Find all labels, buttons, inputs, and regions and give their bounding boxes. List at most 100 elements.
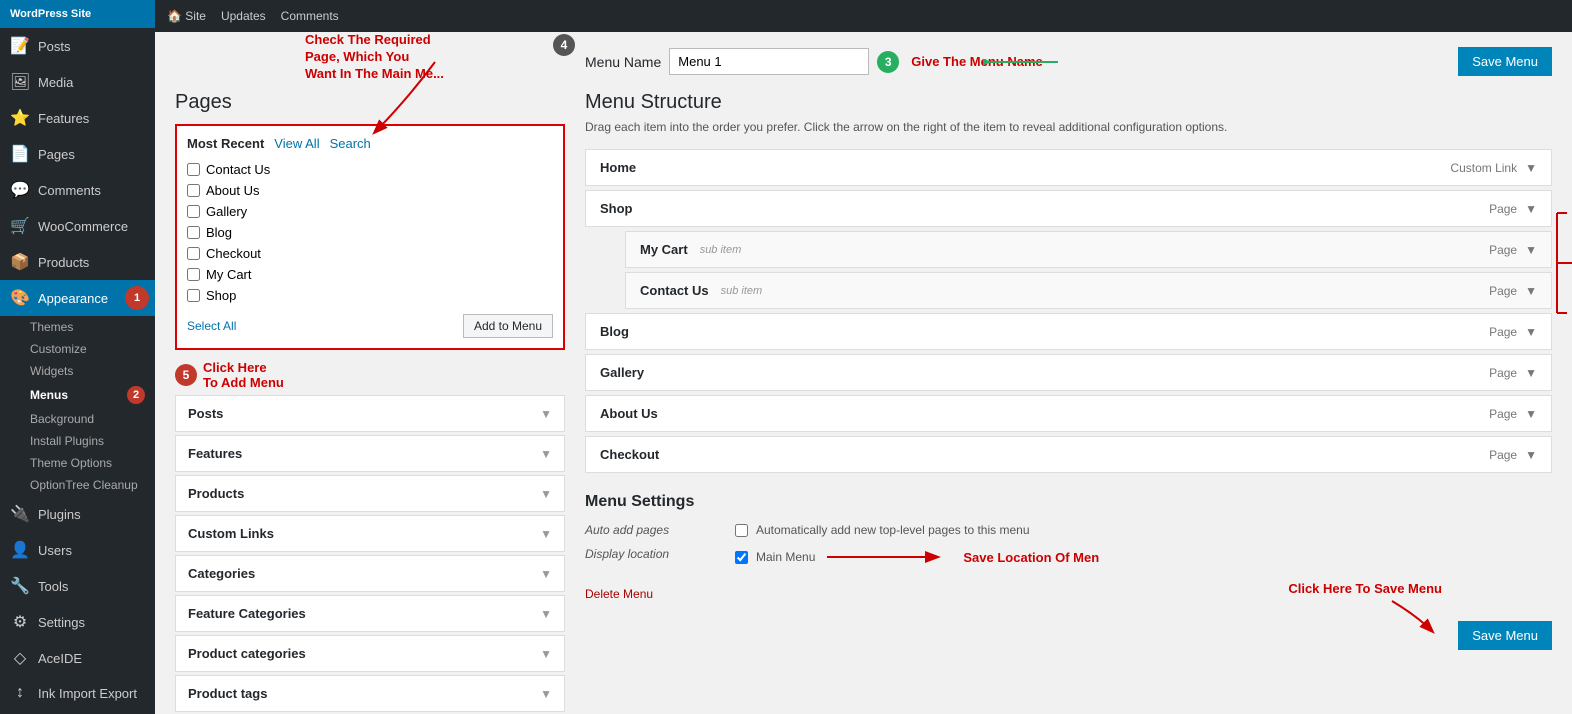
tab-most-recent[interactable]: Most Recent <box>187 136 264 151</box>
accordion-posts-arrow: ▼ <box>540 407 552 421</box>
sidebar-sub-background[interactable]: Background <box>0 408 155 430</box>
main-clearfix: Pages Most Recent View All Search Contac… <box>175 91 1552 714</box>
sidebar-item-aceide[interactable]: ◇ AceIDE <box>0 640 155 676</box>
pages-icon: 📄 <box>10 144 30 164</box>
menu-item-contact-left: Contact Us sub item <box>640 283 762 298</box>
sidebar-item-woocommerce[interactable]: 🛒 WooCommerce <box>0 208 155 244</box>
menu-item-about-arrow[interactable]: ▼ <box>1525 407 1537 421</box>
tools-icon: 🔧 <box>10 576 30 596</box>
content-area: Check The Required Page, Which You Want … <box>155 32 1572 714</box>
checkbox-gallery-input[interactable] <box>187 205 200 218</box>
sidebar-sub-menus[interactable]: Menus 2 <box>0 382 155 408</box>
menu-structure-title: Menu Structure <box>585 91 1552 114</box>
menu-item-contact-right: Page ▼ <box>1489 284 1537 298</box>
menu-item-home: Home Custom Link ▼ <box>585 149 1552 186</box>
menu-items-list: Home Custom Link ▼ Shop Page <box>585 149 1552 473</box>
sidebar-item-settings[interactable]: ⚙ Settings <box>0 604 155 640</box>
menu-item-home-type: Custom Link <box>1450 161 1517 175</box>
menu-item-home-name: Home <box>600 160 636 175</box>
right-panel: Menu Structure Drag each item into the o… <box>585 91 1552 650</box>
auto-add-checkbox[interactable] <box>735 524 748 537</box>
accordion-feature-categories-header[interactable]: Feature Categories ▼ <box>176 596 564 631</box>
sidebar-item-plugins[interactable]: 🔌 Plugins <box>0 496 155 532</box>
sidebar-item-users[interactable]: 👤 Users <box>0 532 155 568</box>
sidebar-sub-customize[interactable]: Customize <box>0 338 155 360</box>
pages-checkboxes: Contact Us About Us Gallery Blog <box>187 159 553 306</box>
accordion-products-header[interactable]: Products ▼ <box>176 476 564 511</box>
sidebar-sub-install-plugins[interactable]: Install Plugins <box>0 430 155 452</box>
sidebar-sub-optiontree[interactable]: OptionTree Cleanup <box>0 474 155 496</box>
settings-auto-add: Auto add pages Automatically add new top… <box>585 523 1552 537</box>
menu-name-label: Menu Name <box>585 54 661 70</box>
accordion-custom-links-header[interactable]: Custom Links ▼ <box>176 516 564 551</box>
topbar-comments[interactable]: Comments <box>281 9 339 23</box>
display-location-value: Main Menu Save Location Of Men <box>735 547 1099 567</box>
menu-item-shop-arrow[interactable]: ▼ <box>1525 202 1537 216</box>
sidebar-item-appearance[interactable]: 🎨 Appearance 1 <box>0 280 155 316</box>
main-menu-label: Main Menu <box>756 550 815 564</box>
checkbox-my-cart: My Cart <box>187 264 553 285</box>
menu-item-gallery-arrow[interactable]: ▼ <box>1525 366 1537 380</box>
menu-item-home-arrow[interactable]: ▼ <box>1525 161 1537 175</box>
tab-view-all[interactable]: View All <box>274 136 319 151</box>
sidebar-item-posts[interactable]: 📝 Posts <box>0 28 155 64</box>
menu-item-contact-arrow[interactable]: ▼ <box>1525 284 1537 298</box>
checkbox-my-cart-input[interactable] <box>187 268 200 281</box>
delete-menu-link[interactable]: Delete Menu <box>585 587 653 601</box>
menu-item-blog-arrow[interactable]: ▼ <box>1525 325 1537 339</box>
pages-tabs: Most Recent View All Search <box>187 136 553 151</box>
menu-item-contact-sublabel: sub item <box>721 285 763 297</box>
menu-item-shop: Shop Page ▼ <box>585 190 1552 227</box>
main-menu-checkbox[interactable] <box>735 551 748 564</box>
menu-name-row: Menu Name 3 Give The Menu Name Save Menu <box>585 47 1552 76</box>
checkbox-about-us-input[interactable] <box>187 184 200 197</box>
sidebar-item-products[interactable]: 📦 Products <box>0 244 155 280</box>
accordion-features-header[interactable]: Features ▼ <box>176 436 564 471</box>
checkbox-shop-input[interactable] <box>187 289 200 302</box>
checkbox-checkout-input[interactable] <box>187 247 200 260</box>
sidebar-item-media[interactable]: 🖼 Media <box>0 64 155 100</box>
menu-item-blog-right: Page ▼ <box>1489 325 1537 339</box>
badge-4: 4 <box>553 34 575 56</box>
save-menu-button-top[interactable]: Save Menu <box>1458 47 1552 76</box>
select-all-link[interactable]: Select All <box>187 319 236 333</box>
menu-item-mycart-arrow[interactable]: ▼ <box>1525 243 1537 257</box>
appearance-icon: 🎨 <box>10 288 30 308</box>
menu-name-input[interactable] <box>669 48 869 75</box>
ink-icon: ↕ <box>10 684 30 702</box>
menu-item-mycart-name: My Cart <box>640 242 688 257</box>
brace-svg <box>1552 203 1572 323</box>
sidebar-item-gallery[interactable]: 🖼 Gallery <box>0 710 155 714</box>
menu-item-blog-name: Blog <box>600 324 629 339</box>
accordion-product-categories-header[interactable]: Product categories ▼ <box>176 636 564 671</box>
menu-item-checkout-type: Page <box>1489 448 1517 462</box>
sidebar-item-features[interactable]: ⭐ Features <box>0 100 155 136</box>
label-checkout: Checkout <box>206 246 261 261</box>
accordion-product-tags-header[interactable]: Product tags ▼ <box>176 676 564 711</box>
sidebar-sub-theme-options[interactable]: Theme Options <box>0 452 155 474</box>
add-to-menu-button[interactable]: Add to Menu <box>463 314 553 338</box>
sidebar-item-ink-import[interactable]: ↕ Ink Import Export <box>0 676 155 710</box>
sidebar-sub-widgets[interactable]: Widgets <box>0 360 155 382</box>
menu-item-gallery-left: Gallery <box>600 365 644 380</box>
accordion-posts: Posts ▼ <box>175 395 565 432</box>
sidebar-item-tools[interactable]: 🔧 Tools <box>0 568 155 604</box>
sidebar-sub-themes[interactable]: Themes <box>0 316 155 338</box>
menu-item-mycart-right: Page ▼ <box>1489 243 1537 257</box>
save-menu-button-bottom[interactable]: Save Menu <box>1458 621 1552 650</box>
label-my-cart: My Cart <box>206 267 252 282</box>
accordion-feature-categories: Feature Categories ▼ <box>175 595 565 632</box>
topbar-site[interactable]: 🏠 Site <box>167 9 206 23</box>
accordion-products: Products ▼ <box>175 475 565 512</box>
sidebar-item-pages[interactable]: 📄 Pages <box>0 136 155 172</box>
accordion-posts-header[interactable]: Posts ▼ <box>176 396 564 431</box>
checkbox-blog-input[interactable] <box>187 226 200 239</box>
menu-item-checkout-arrow[interactable]: ▼ <box>1525 448 1537 462</box>
sidebar-item-comments[interactable]: 💬 Comments <box>0 172 155 208</box>
accordion-categories-header[interactable]: Categories ▼ <box>176 556 564 591</box>
pages-box: Most Recent View All Search Contact Us A… <box>175 124 565 350</box>
tab-search[interactable]: Search <box>330 136 371 151</box>
topbar-updates[interactable]: Updates <box>221 9 266 23</box>
checkbox-contact-us-input[interactable] <box>187 163 200 176</box>
posts-icon: 📝 <box>10 36 30 56</box>
